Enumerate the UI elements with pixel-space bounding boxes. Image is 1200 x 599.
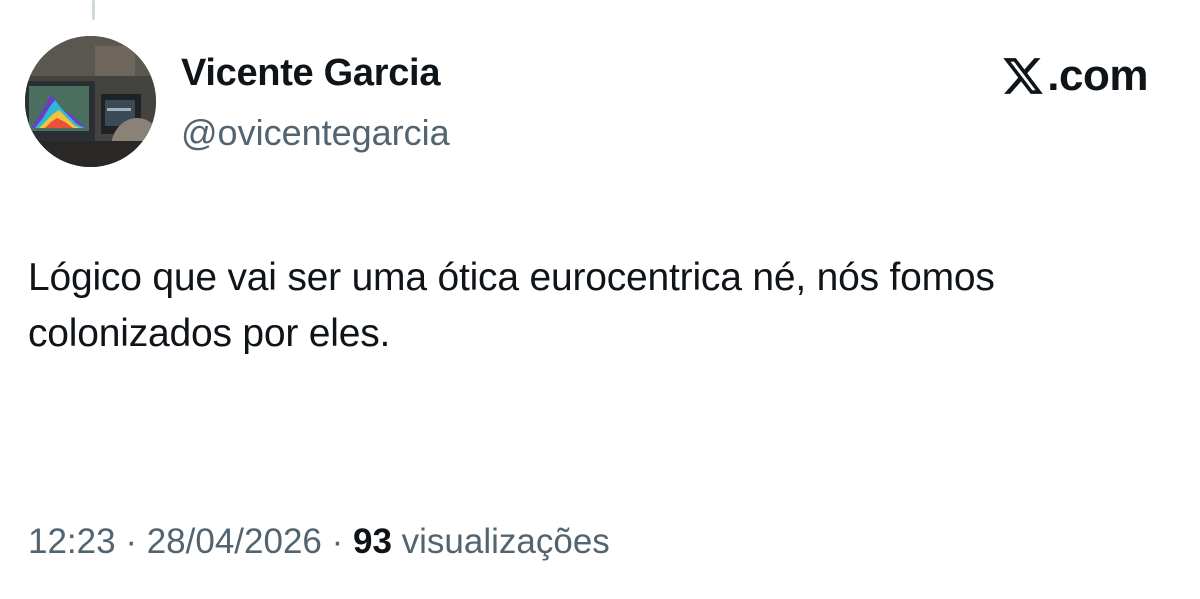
avatar-photo xyxy=(25,36,156,167)
author-handle[interactable]: @ovicentegarcia xyxy=(181,112,450,154)
brand-domain-text: .com xyxy=(1047,51,1148,100)
tweet-text: Lógico que vai ser uma ótica eurocentric… xyxy=(28,256,995,355)
views-count: 93 xyxy=(352,522,392,561)
meta-separator: · xyxy=(321,522,353,561)
tweet-meta: 12:23 · 28/04/2026 · 93 visualizações xyxy=(28,522,610,562)
author-name[interactable]: Vicente Garcia xyxy=(181,52,440,95)
views-label: visualizações xyxy=(401,522,610,561)
tweet-time[interactable]: 12:23 xyxy=(28,522,116,561)
meta-separator: · xyxy=(115,522,147,561)
x-brand-logo: .com xyxy=(1001,50,1148,102)
tweet-date[interactable]: 28/04/2026 xyxy=(147,522,322,561)
thread-connector-line xyxy=(92,0,95,20)
x-logo-icon xyxy=(1003,58,1044,94)
avatar[interactable] xyxy=(25,36,156,167)
